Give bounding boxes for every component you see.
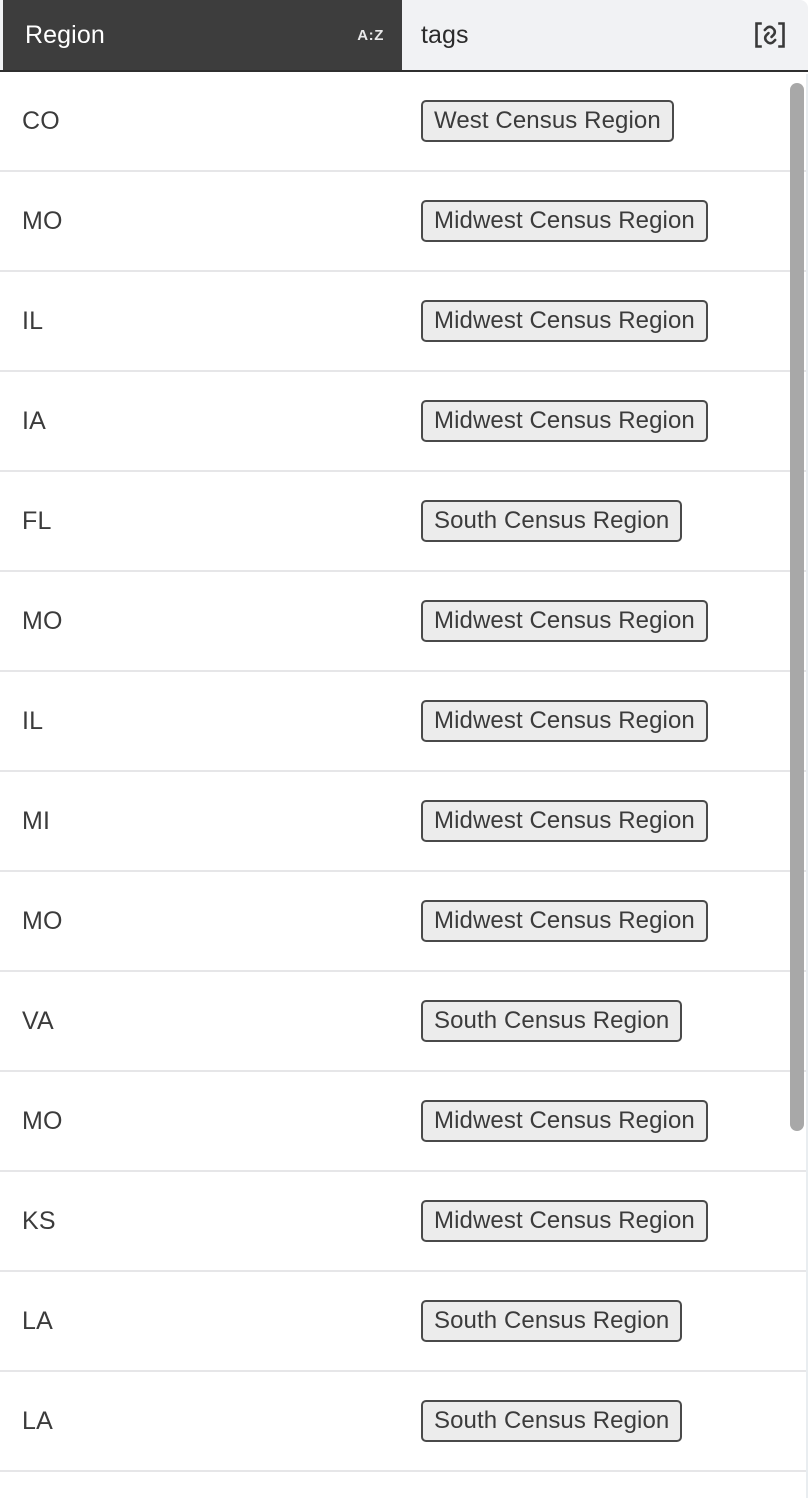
table-row[interactable]: LA South Census Region xyxy=(0,1272,808,1372)
tag-chip[interactable]: South Census Region xyxy=(421,1300,683,1342)
cell-region[interactable]: LA xyxy=(0,1272,402,1370)
column-header-tags-label: tags xyxy=(421,20,469,49)
region-value: MO xyxy=(22,906,63,935)
region-value: MO xyxy=(22,206,63,235)
cell-region[interactable]: IA xyxy=(0,372,402,470)
region-value: VA xyxy=(22,1006,54,1035)
tag-chip[interactable]: Midwest Census Region xyxy=(421,1100,708,1142)
data-table-view: Region A:Z tags CO West Census Region MO… xyxy=(0,0,808,1498)
cell-tags[interactable]: South Census Region xyxy=(402,1272,808,1370)
vertical-scrollbar-thumb[interactable] xyxy=(790,83,804,1131)
column-header-tags[interactable]: tags xyxy=(402,0,808,70)
table-row[interactable]: MO Midwest Census Region xyxy=(0,172,808,272)
tag-chip[interactable]: West Census Region xyxy=(421,100,674,142)
cell-region[interactable]: LA xyxy=(0,1372,402,1470)
column-header-region-label: Region xyxy=(25,20,105,49)
region-value: LA xyxy=(22,1306,53,1335)
cell-region[interactable]: CO xyxy=(0,72,402,170)
region-value: CO xyxy=(22,106,60,135)
region-value: LA xyxy=(22,1406,53,1435)
cell-tags[interactable]: Midwest Census Region xyxy=(402,372,808,470)
tag-chip[interactable]: South Census Region xyxy=(421,1400,683,1442)
cell-tags[interactable]: Midwest Census Region xyxy=(402,772,808,870)
cell-tags[interactable]: Midwest Census Region xyxy=(402,172,808,270)
table-rows-viewport: CO West Census Region MO Midwest Census … xyxy=(0,72,808,1498)
cell-region[interactable]: MO xyxy=(0,172,402,270)
cell-region[interactable]: MO xyxy=(0,572,402,670)
cell-region[interactable]: MO xyxy=(0,872,402,970)
cell-tags[interactable]: Midwest Census Region xyxy=(402,272,808,370)
cell-region[interactable]: VA xyxy=(0,972,402,1070)
cell-tags[interactable]: West Census Region xyxy=(402,72,808,170)
table-row[interactable]: MO Midwest Census Region xyxy=(0,1072,808,1172)
table-row[interactable]: IA Midwest Census Region xyxy=(0,372,808,472)
table-row[interactable]: FL South Census Region xyxy=(0,472,808,572)
cell-region[interactable]: MI xyxy=(0,772,402,870)
tag-chip[interactable]: Midwest Census Region xyxy=(421,1200,708,1242)
tag-chip[interactable]: Midwest Census Region xyxy=(421,700,708,742)
table-row[interactable]: CO West Census Region xyxy=(0,72,808,172)
region-value: IL xyxy=(22,306,44,335)
cell-region[interactable]: IL xyxy=(0,672,402,770)
table-row[interactable]: IL Midwest Census Region xyxy=(0,672,808,772)
region-value: IA xyxy=(22,406,47,435)
sort-ascending-indicator[interactable]: A:Z xyxy=(357,28,384,43)
cell-tags[interactable]: South Census Region xyxy=(402,972,808,1070)
cell-tags[interactable]: Midwest Census Region xyxy=(402,1172,808,1270)
cell-tags[interactable]: Midwest Census Region xyxy=(402,1072,808,1170)
table-header-row: Region A:Z tags xyxy=(0,0,808,72)
cell-region[interactable]: IL xyxy=(0,272,402,370)
tag-chip[interactable]: Midwest Census Region xyxy=(421,300,708,342)
cell-region[interactable]: KS xyxy=(0,1172,402,1270)
tag-chip[interactable]: Midwest Census Region xyxy=(421,400,708,442)
table-row[interactable]: MO Midwest Census Region xyxy=(0,872,808,972)
table-row[interactable]: KS Midwest Census Region xyxy=(0,1172,808,1272)
tag-chip[interactable]: Midwest Census Region xyxy=(421,800,708,842)
column-header-region[interactable]: Region A:Z xyxy=(0,0,402,70)
cell-tags[interactable]: Midwest Census Region xyxy=(402,872,808,970)
cell-tags[interactable]: Midwest Census Region xyxy=(402,672,808,770)
link-brackets-icon[interactable] xyxy=(754,20,786,50)
region-value: FL xyxy=(22,506,52,535)
cell-region[interactable]: FL xyxy=(0,472,402,570)
tag-chip[interactable]: Midwest Census Region xyxy=(421,200,708,242)
table-row[interactable]: LA South Census Region xyxy=(0,1372,808,1472)
table-row[interactable]: IL Midwest Census Region xyxy=(0,272,808,372)
cell-tags[interactable]: South Census Region xyxy=(402,1372,808,1470)
tag-chip[interactable]: South Census Region xyxy=(421,1000,683,1042)
table-row[interactable]: MO Midwest Census Region xyxy=(0,572,808,672)
region-value: MI xyxy=(22,806,51,835)
region-value: MO xyxy=(22,1106,63,1135)
tag-chip[interactable]: Midwest Census Region xyxy=(421,600,708,642)
cell-region[interactable]: MO xyxy=(0,1072,402,1170)
vertical-scrollbar[interactable] xyxy=(790,74,804,1498)
region-value: IL xyxy=(22,706,44,735)
tag-chip[interactable]: Midwest Census Region xyxy=(421,900,708,942)
table-row[interactable]: VA South Census Region xyxy=(0,972,808,1072)
tag-chip[interactable]: South Census Region xyxy=(421,500,683,542)
region-value: KS xyxy=(22,1206,56,1235)
table-row[interactable]: MI Midwest Census Region xyxy=(0,772,808,872)
region-value: MO xyxy=(22,606,63,635)
cell-tags[interactable]: Midwest Census Region xyxy=(402,572,808,670)
cell-tags[interactable]: South Census Region xyxy=(402,472,808,570)
